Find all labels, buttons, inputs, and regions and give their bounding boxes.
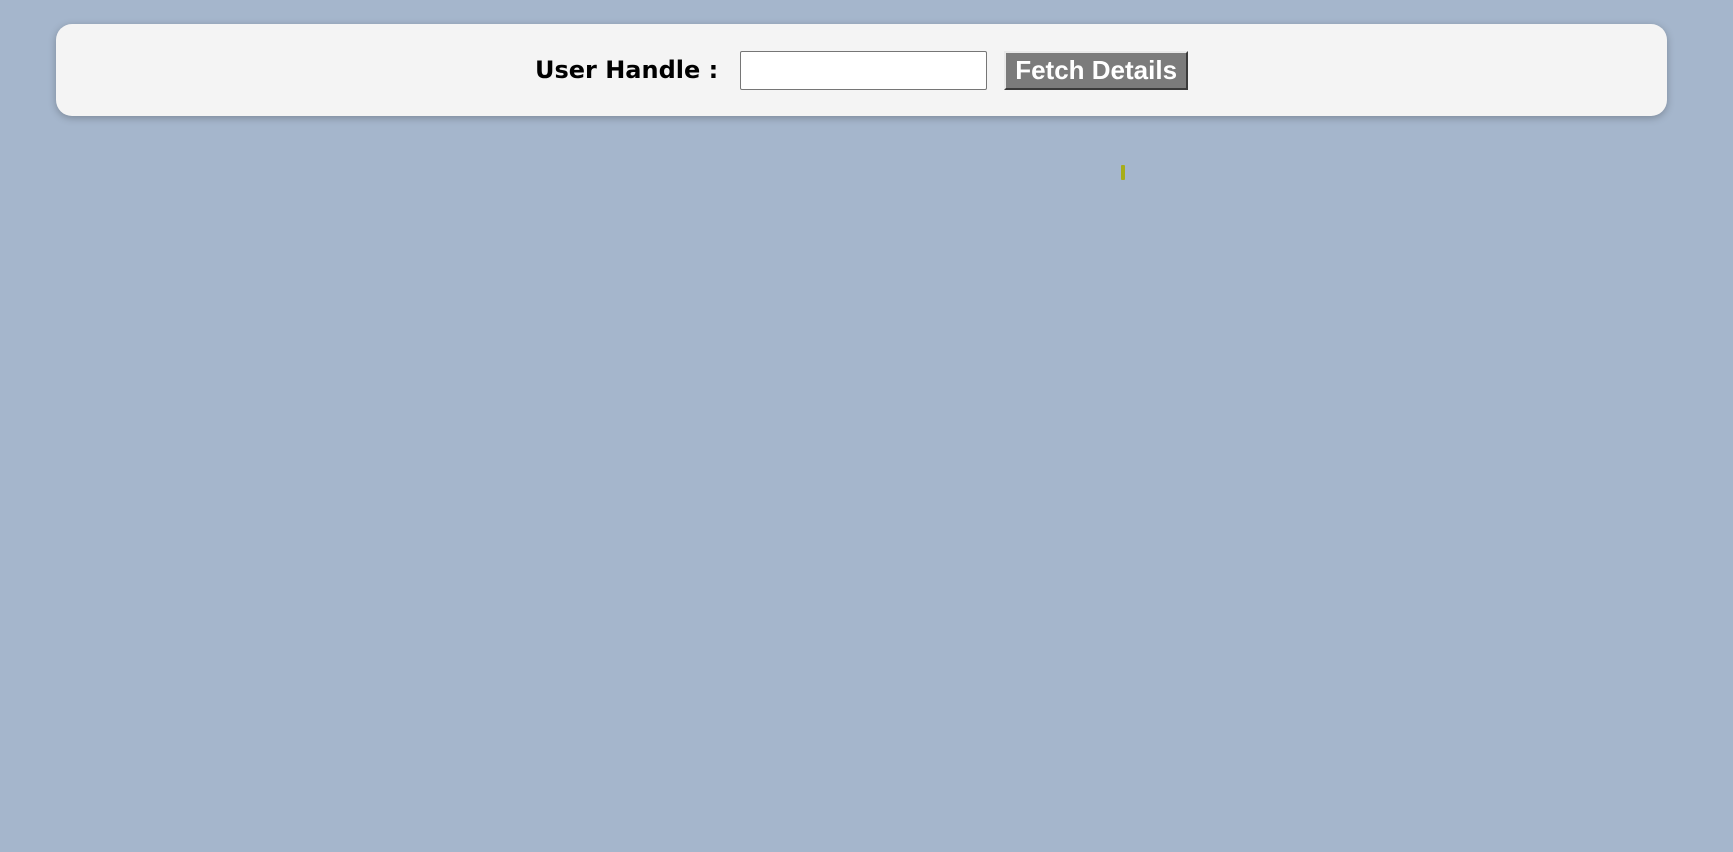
page: User Handle : Fetch Details: [0, 0, 1733, 852]
user-handle-input[interactable]: [740, 50, 988, 90]
search-card: User Handle : Fetch Details: [56, 24, 1667, 116]
user-handle-label: User Handle :: [534, 56, 719, 84]
fetch-details-button[interactable]: Fetch Details: [1004, 50, 1189, 90]
loading-indicator: [1121, 165, 1125, 180]
